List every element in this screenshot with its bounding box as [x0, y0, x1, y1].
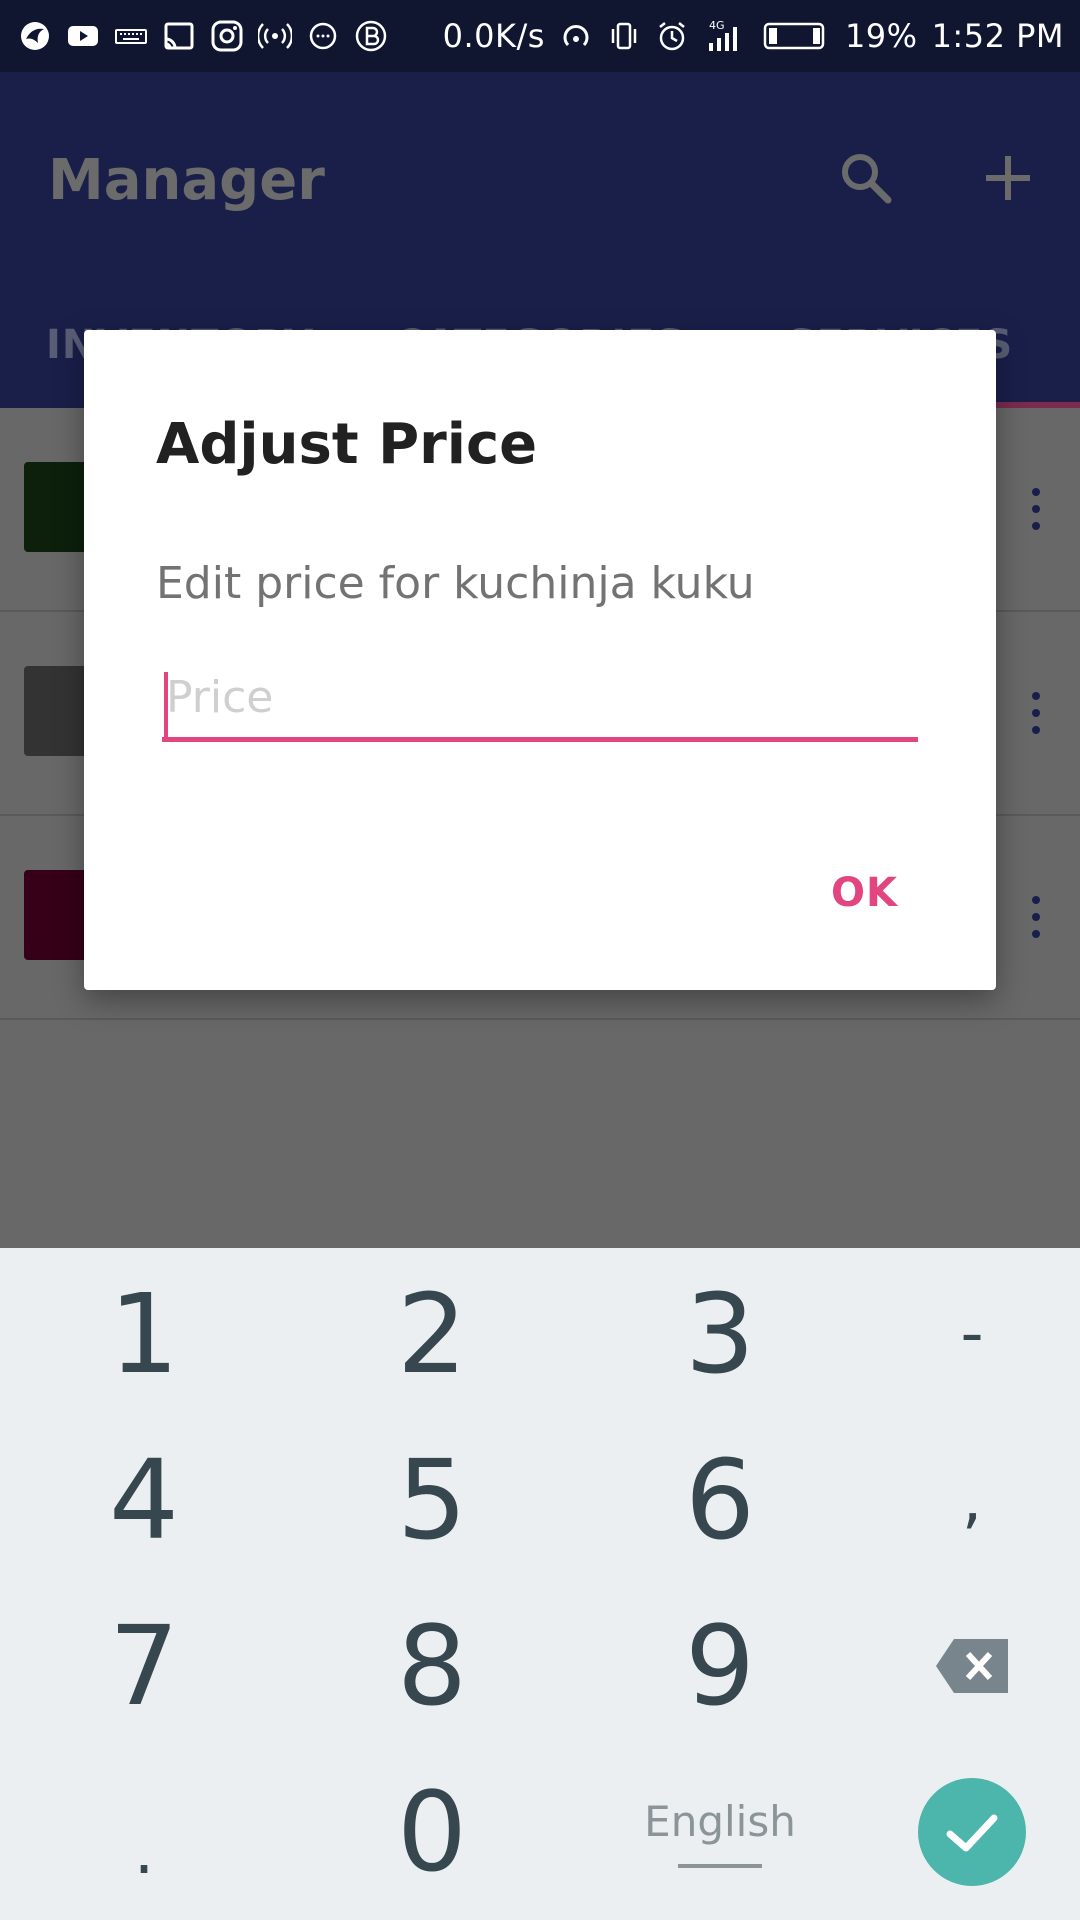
battery-icon [761, 19, 831, 53]
svg-text:4G: 4G [709, 19, 725, 32]
backspace-key[interactable] [837, 1583, 1080, 1749]
key-0[interactable]: 0 [297, 1749, 567, 1915]
signal-icon: 4G [703, 19, 747, 53]
battery-percent: 19% [844, 17, 918, 55]
wifi-hotspot-icon [559, 19, 593, 53]
search-button[interactable] [830, 142, 902, 214]
hotspot-icon [258, 19, 292, 53]
key-period[interactable]: . [9, 1749, 279, 1915]
chat-icon [306, 19, 340, 53]
search-icon [842, 154, 892, 204]
keyboard-icon [114, 19, 148, 53]
vibrate-icon [607, 19, 641, 53]
more-options-icon[interactable] [1030, 692, 1042, 734]
app-title: Manager [48, 148, 325, 213]
done-button[interactable] [918, 1778, 1026, 1886]
numeric-keyboard: 1 2 3 - 4 5 6 , 7 8 9 . 0 English [0, 1248, 1080, 1920]
adjust-price-dialog: Adjust Price Edit price for kuchinja kuk… [84, 330, 996, 990]
clock: 1:52 PM [931, 17, 1064, 55]
add-button[interactable] [972, 142, 1044, 214]
price-input[interactable] [162, 658, 918, 742]
key-9[interactable]: 9 [585, 1583, 855, 1749]
notification-icons [18, 19, 388, 53]
dialog-message: Edit price for kuchinja kuku [156, 558, 755, 609]
b-icon [354, 19, 388, 53]
bird-icon [18, 19, 52, 53]
key-8[interactable]: 8 [297, 1583, 567, 1749]
key-7[interactable]: 7 [9, 1583, 279, 1749]
key-1[interactable]: 1 [9, 1251, 279, 1417]
language-underline [678, 1863, 762, 1868]
language-key[interactable]: English [585, 1749, 855, 1915]
alarm-icon [655, 19, 689, 53]
key-4[interactable]: 4 [9, 1417, 279, 1583]
net-speed: 0.0K/s [442, 17, 545, 55]
instagram-icon [210, 19, 244, 53]
dialog-title: Adjust Price [156, 412, 538, 477]
system-status: 0.0K/s 4G 19% 1:52 PM [443, 17, 1064, 55]
more-options-icon[interactable] [1030, 896, 1042, 938]
more-options-icon[interactable] [1030, 488, 1042, 530]
key-3[interactable]: 3 [585, 1251, 855, 1417]
language-label: English [644, 1796, 796, 1846]
checkmark-icon [946, 1814, 998, 1852]
done-key[interactable] [837, 1749, 1080, 1915]
cast-icon [162, 19, 196, 53]
backspace-icon [936, 1639, 1008, 1693]
ok-button[interactable]: OK [831, 870, 898, 916]
text-cursor [164, 672, 168, 738]
status-bar: 0.0K/s 4G 19% 1:52 PM [0, 0, 1080, 72]
key-2[interactable]: 2 [297, 1251, 567, 1417]
app-actions [830, 142, 1044, 214]
key-minus[interactable]: - [837, 1251, 1080, 1417]
add-icon [986, 156, 1030, 200]
key-6[interactable]: 6 [585, 1417, 855, 1583]
youtube-icon [66, 19, 100, 53]
key-comma[interactable]: , [837, 1417, 1080, 1583]
key-5[interactable]: 5 [297, 1417, 567, 1583]
